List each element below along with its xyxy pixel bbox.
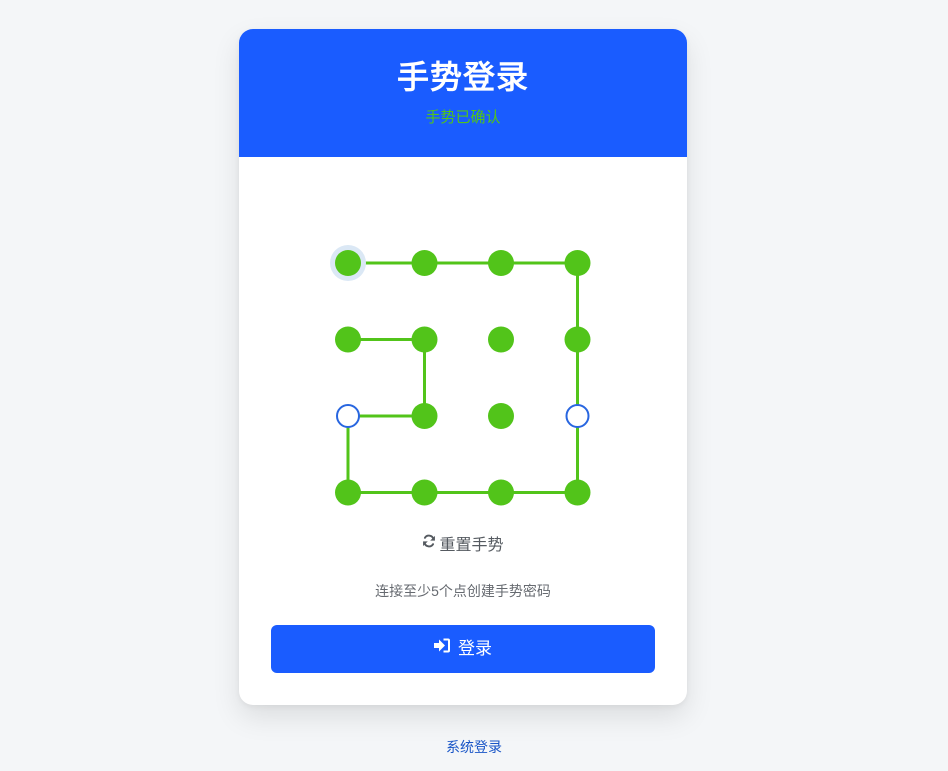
reset-gesture-label: 重置手势 — [439, 537, 504, 554]
sign-in-icon — [434, 624, 450, 672]
gesture-dot-selected-14[interactable] — [411, 479, 438, 506]
gesture-dot-selected-4[interactable] — [564, 250, 591, 276]
gesture-dot-selected-13[interactable] — [335, 479, 361, 506]
gesture-hint: 连接至少5个点创建手势密码 — [375, 583, 551, 599]
gesture-dot-selected-1[interactable] — [335, 250, 361, 276]
gesture-status: 手势已确认 — [425, 109, 501, 126]
gesture-dot-selected-16[interactable] — [564, 479, 591, 506]
gesture-dot-selected-15[interactable] — [488, 479, 514, 506]
reset-gesture-button[interactable]: 重置手势 — [239, 534, 687, 558]
gesture-path — [346, 261, 579, 494]
gesture-pattern-pad[interactable] — [239, 157, 687, 517]
gesture-dot-selected-11[interactable] — [488, 403, 514, 429]
gesture-dot-12[interactable] — [565, 404, 590, 428]
gesture-dots — [330, 245, 591, 506]
refresh-icon — [422, 532, 436, 556]
gesture-dot-selected-8[interactable] — [564, 326, 591, 353]
gesture-path-line — [346, 261, 579, 494]
gesture-dot-9[interactable] — [336, 404, 360, 428]
gesture-dot-selected-5[interactable] — [335, 326, 361, 353]
card-header: 手势登录 手势已确认 — [239, 29, 687, 157]
system-login-link[interactable]: 系统登录 — [0, 737, 948, 757]
gesture-dot-selected-10[interactable] — [411, 403, 438, 429]
gesture-dot-selected-7[interactable] — [488, 326, 514, 353]
login-label: 登录 — [458, 639, 492, 658]
login-button[interactable]: 登录 — [271, 625, 655, 673]
page-title: 手势登录 — [396, 59, 529, 95]
gesture-dot-selected-6[interactable] — [411, 326, 438, 353]
gesture-dot-selected-3[interactable] — [488, 250, 514, 276]
gesture-dot-selected-2[interactable] — [411, 250, 438, 276]
gesture-login-card: 手势登录 手势已确认 重置手势 连接至少5个点创建手势密码 登录 — [239, 29, 687, 705]
